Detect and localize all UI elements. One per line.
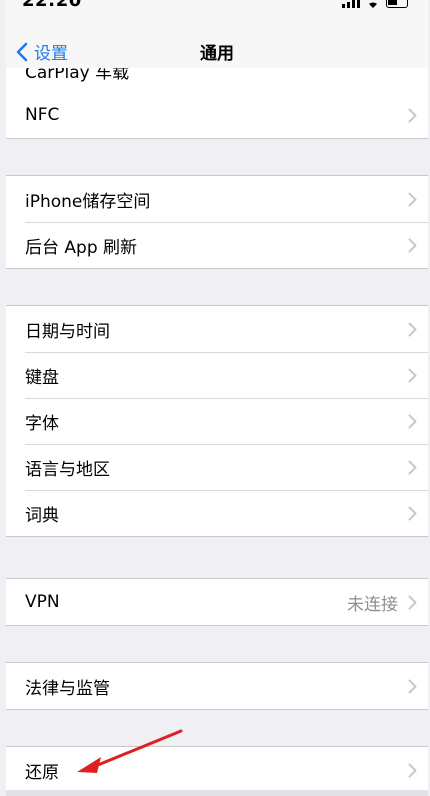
list-item-label: VPN <box>25 592 60 612</box>
list-item-label: 日期与时间 <box>25 321 110 342</box>
settings-screen: 22:20 设置 通用 CarPlay 车载 NFC iPhone储存空间 后台… <box>6 0 428 796</box>
chevron-right-icon <box>408 414 417 428</box>
list-item-label: NFC <box>25 105 60 125</box>
chevron-right-icon <box>408 679 417 693</box>
list-item-iphone-storage[interactable]: iPhone储存空间 <box>6 176 428 222</box>
chevron-right-icon <box>408 108 417 122</box>
list-item-language-region[interactable]: 语言与地区 <box>6 444 428 490</box>
list-item-fonts[interactable]: 字体 <box>6 398 428 444</box>
list-item-carplay[interactable]: CarPlay 车载 <box>6 68 428 93</box>
list-item-label: 词典 <box>25 505 59 526</box>
annotation-arrow-icon <box>77 729 183 773</box>
settings-group-input: 日期与时间 键盘 字体 语言与地区 词典 <box>6 305 428 537</box>
list-item-label: 字体 <box>25 413 59 434</box>
list-item-keyboard[interactable]: 键盘 <box>6 352 428 398</box>
list-item-nfc[interactable]: NFC <box>6 92 428 138</box>
settings-group-vpn: VPN 未连接 <box>6 578 428 626</box>
settings-group-nfc: NFC <box>6 92 428 139</box>
vpn-status-value: 未连接 <box>347 594 398 615</box>
status-icons <box>342 0 408 8</box>
page-title: 通用 <box>200 44 234 64</box>
status-time: 22:20 <box>22 0 82 11</box>
chevron-right-icon <box>408 595 417 609</box>
chevron-right-icon <box>408 322 417 336</box>
chevron-right-icon <box>408 192 417 206</box>
settings-group-storage: iPhone储存空间 后台 App 刷新 <box>6 175 428 269</box>
list-item-label: 后台 App 刷新 <box>25 237 138 258</box>
settings-group-legal: 法律与监管 <box>6 662 428 710</box>
chevron-right-icon <box>408 763 417 777</box>
list-item-date-time[interactable]: 日期与时间 <box>6 306 428 352</box>
status-bar: 22:20 <box>6 0 428 14</box>
chevron-right-icon <box>408 238 417 252</box>
wifi-icon <box>369 2 377 8</box>
list-item-dictionary[interactable]: 词典 <box>6 490 428 536</box>
list-item-vpn[interactable]: VPN 未连接 <box>6 579 428 625</box>
chevron-right-icon <box>408 460 417 474</box>
list-item-label: 语言与地区 <box>25 459 110 480</box>
settings-group-reset: 还原 <box>6 746 428 794</box>
chevron-right-icon <box>408 368 417 382</box>
chevron-right-icon <box>408 506 417 520</box>
list-item-legal-regulatory[interactable]: 法律与监管 <box>6 663 428 709</box>
list-item-background-app-refresh[interactable]: 后台 App 刷新 <box>6 222 428 268</box>
list-item-label: 法律与监管 <box>25 678 110 699</box>
bottom-edge <box>6 790 428 796</box>
list-item-label: iPhone储存空间 <box>25 191 151 212</box>
list-item-label: 键盘 <box>25 367 59 388</box>
signal-icon <box>342 0 360 8</box>
list-item-label: CarPlay 车载 <box>25 68 130 83</box>
list-item-label: 还原 <box>25 762 59 783</box>
battery-icon <box>386 0 408 8</box>
list-item-reset[interactable]: 还原 <box>6 747 428 793</box>
